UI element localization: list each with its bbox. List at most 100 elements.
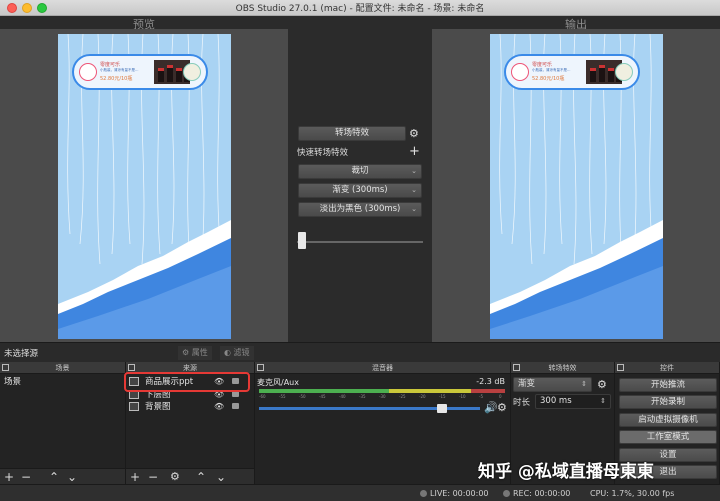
plus-icon[interactable]: + (409, 145, 420, 158)
lifebuoy-icon (79, 63, 97, 81)
rec-time: REC: 00:00:00 (513, 489, 571, 498)
start-streaming-button[interactable]: 开始推流 (619, 378, 717, 392)
add-source-button[interactable]: + (130, 470, 140, 484)
gear-icon[interactable]: ⚙ (497, 402, 507, 413)
float-dock-icon[interactable] (513, 364, 520, 371)
tbar-handle[interactable] (298, 232, 306, 249)
meter-tick-label: -45 (319, 394, 326, 399)
gear-icon[interactable]: ⚙ (409, 128, 419, 139)
program-canvas: 零度可乐 小瓶装，清凉有量不是… 52.80元/10瓶 (490, 34, 663, 339)
meter-tick-label: -55 (279, 394, 286, 399)
duration-label: 时长 (513, 398, 531, 408)
source-item[interactable]: 背景图 👁 (126, 401, 254, 413)
scene-item[interactable]: 场景 (0, 376, 125, 388)
add-scene-button[interactable]: + (4, 470, 14, 484)
scenes-toolbar: + − ⌃ ⌄ (0, 468, 125, 484)
window-titlebar: OBS Studio 27.0.1 (mac) - 配置文件: 未命名 - 场景… (0, 0, 720, 16)
ticker-brand: 零度可乐 (532, 62, 553, 68)
sources-dock: 来源 商品展示ppt 👁 下层图 👁 背景图 👁 + − ⚙ ⌃ ⌄ (124, 362, 255, 484)
gear-icon[interactable]: ⚙ (597, 379, 607, 390)
ticker-price: 52.80元/10瓶 (532, 76, 565, 82)
meter-tick-label: -30 (379, 394, 386, 399)
preview-canvas[interactable]: 零度可乐 小瓶装，清凉有量不是… 52.80元/10瓶 (58, 34, 231, 339)
rec-status: REC: 00:00:00 (503, 489, 570, 498)
studio-mode-button[interactable]: 工作室模式 (619, 430, 717, 444)
filters-label: 滤镜 (233, 348, 250, 357)
quick-transition-fade[interactable]: 渐变 (300ms) ⌄ (298, 183, 422, 198)
meter-tick-label: -50 (299, 394, 306, 399)
tbar-track[interactable] (297, 241, 423, 243)
transition-type-select[interactable]: 渐变 ⇕ (513, 377, 592, 392)
chevron-down-icon: ⌄ (411, 167, 417, 175)
meter-tick-label: -5 (479, 394, 483, 399)
mixer-db-readout: -2.3 dB (476, 377, 505, 386)
controls-title: 控件 (660, 364, 674, 372)
remove-source-button[interactable]: − (148, 470, 158, 484)
start-virtual-camera-button[interactable]: 启动虚拟摄像机 (619, 413, 717, 427)
start-recording-button[interactable]: 开始录制 (619, 395, 717, 409)
studio-area: 预览 输出 零度可乐 小瓶装，清凉有量不是… 52.80元/10瓶 零度可乐 小… (0, 16, 720, 342)
float-dock-icon[interactable] (2, 364, 9, 371)
meter-tick-label: -40 (339, 394, 346, 399)
meter-green (259, 389, 390, 393)
volume-slider-handle[interactable] (437, 404, 448, 413)
sources-toolbar: + − ⚙ ⌃ ⌄ (126, 468, 254, 484)
remove-scene-button[interactable]: − (21, 470, 31, 484)
mixer-dock: 混音器 麦克风/Aux -2.3 dB -60 -55 -50 -45 -40 -35 -3… (255, 362, 511, 484)
move-down-button[interactable]: ⌄ (67, 470, 77, 484)
float-dock-icon[interactable] (617, 364, 624, 371)
move-up-button[interactable]: ⌃ (49, 470, 59, 484)
source-label: 背景图 (145, 402, 171, 412)
meter-yellow (389, 389, 471, 393)
gear-icon: ⚙ (182, 348, 190, 357)
lock-icon[interactable] (232, 403, 239, 409)
scenes-dock-header: 场景 (0, 362, 125, 374)
meter-tick-label: 0 (499, 394, 502, 399)
float-dock-icon[interactable] (257, 364, 264, 371)
meter-tick-label: -60 (259, 394, 266, 399)
meter-tick-label: -10 (459, 394, 466, 399)
lifebuoy-icon (511, 63, 529, 81)
eye-icon[interactable]: 👁 (214, 401, 224, 413)
quick-transitions-label: 快速转场特效 (297, 148, 349, 158)
float-dock-icon[interactable] (128, 364, 135, 371)
watermark: 知乎 @私域直播母東東 (478, 462, 654, 482)
meter-red (470, 389, 505, 393)
lemon-icon (615, 63, 633, 81)
properties-button[interactable]: ⚙ 属性 (178, 346, 212, 360)
mixer-channel-name: 麦克风/Aux (257, 378, 299, 387)
window-title: OBS Studio 27.0.1 (mac) - 配置文件: 未命名 - 场景… (235, 4, 485, 14)
lemon-icon (183, 63, 201, 81)
properties-label: 属性 (191, 348, 208, 357)
chevron-down-icon: ⌄ (411, 186, 417, 194)
sources-title: 来源 (183, 364, 197, 372)
transition-button[interactable]: 转场特效 (298, 126, 406, 141)
live-time: LIVE: 00:00:00 (430, 489, 489, 498)
duration-input[interactable]: 300 ms ⇕ (535, 394, 611, 409)
filter-icon: ◐ (224, 348, 231, 357)
filters-button[interactable]: ◐ 滤镜 (220, 346, 254, 360)
meter-tick-label: -15 (439, 394, 446, 399)
ticker-description: 小瓶装，清凉有量不是… (532, 68, 571, 72)
scenes-dock: 场景 场景 + − ⌃ ⌄ (0, 362, 126, 484)
preview-area[interactable]: 零度可乐 小瓶装，清凉有量不是… 52.80元/10瓶 (0, 29, 288, 342)
audio-meter (259, 389, 505, 393)
program-area: 零度可乐 小瓶装，清凉有量不是… 52.80元/10瓶 (432, 29, 720, 342)
gear-icon[interactable]: ⚙ (170, 470, 180, 484)
meter-tick-label: -35 (359, 394, 366, 399)
quick-transition-label: 渐变 (300ms) (332, 185, 388, 195)
speaker-icon[interactable]: 🔊 (484, 402, 498, 413)
move-down-button[interactable]: ⌄ (216, 470, 226, 484)
mixer-title: 混音器 (372, 364, 393, 372)
mixer-dock-header: 混音器 (255, 362, 510, 374)
no-source-selected-label: 未选择源 (4, 349, 39, 359)
quick-transition-cut[interactable]: 裁切 ⌄ (298, 164, 422, 179)
quick-transition-label: 淡出为黑色 (300ms) (319, 204, 401, 214)
meter-ticks: -60 -55 -50 -45 -40 -35 -30 -25 -20 -15 -10 -5 0 (259, 394, 505, 402)
quick-transition-fade-black[interactable]: 淡出为黑色 (300ms) ⌄ (298, 202, 422, 217)
scene-transitions-title: 转场特效 (548, 364, 577, 372)
ticker-brand: 零度可乐 (100, 62, 121, 68)
source-toolbar: 未选择源 ⚙ 属性 ◐ 滤镜 (0, 342, 720, 362)
product-ticker: 零度可乐 小瓶装，清凉有量不是… 52.80元/10瓶 (504, 54, 640, 90)
move-up-button[interactable]: ⌃ (196, 470, 206, 484)
